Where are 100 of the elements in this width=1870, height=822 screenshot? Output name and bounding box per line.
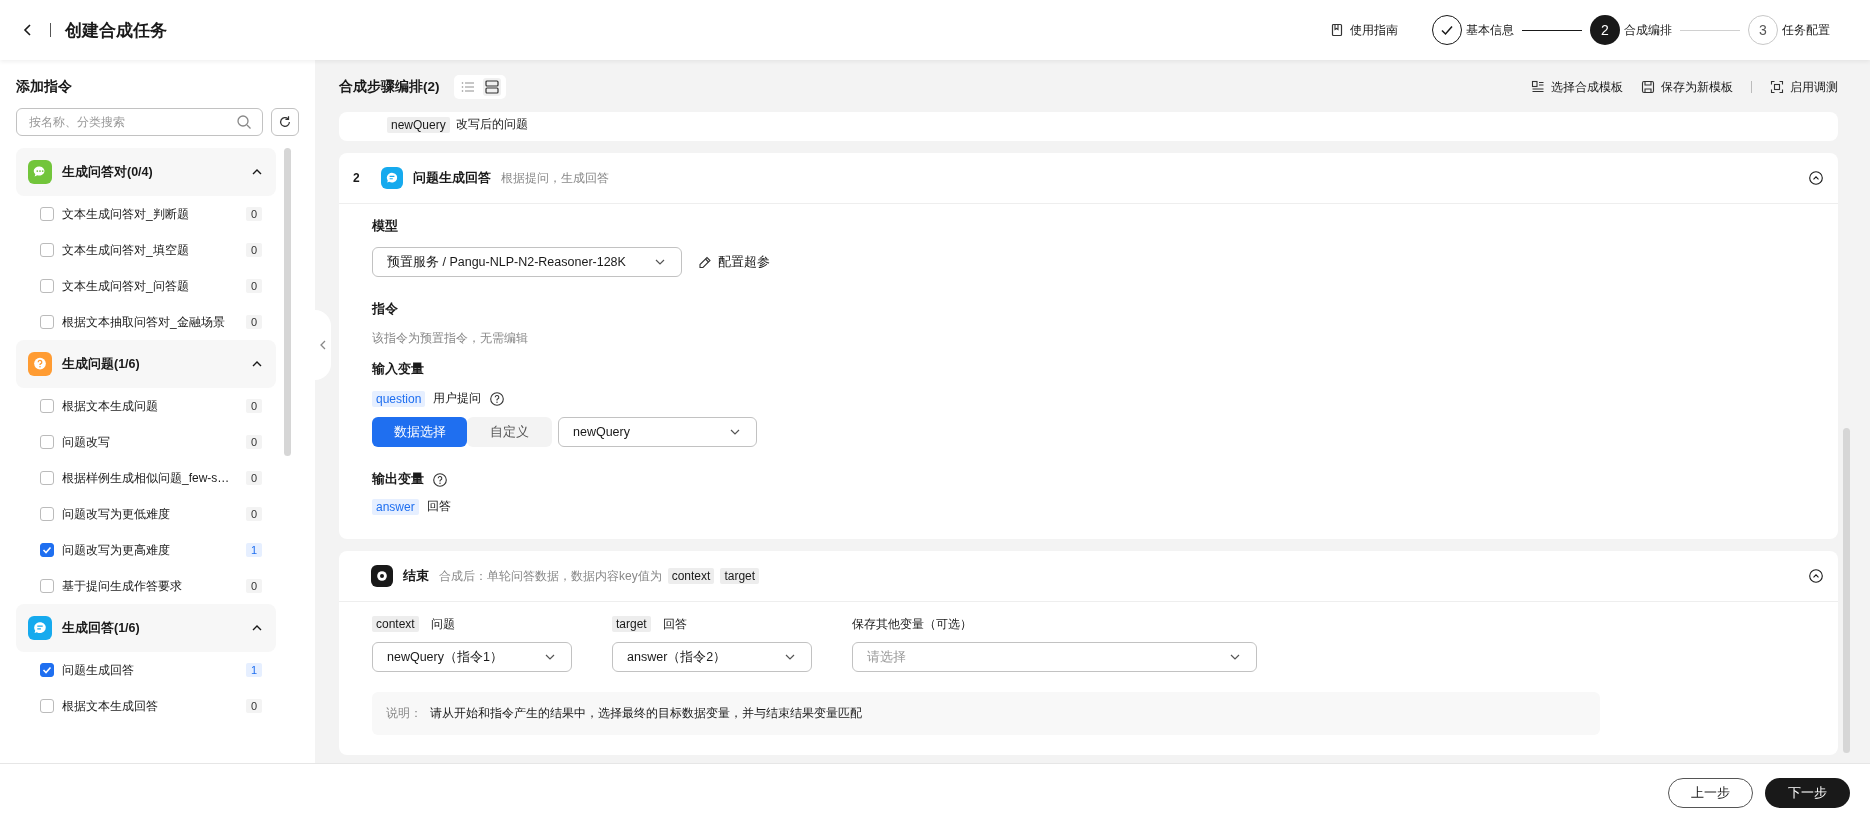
group-header[interactable]: 生成问题(1/6)	[16, 340, 276, 388]
help-icon[interactable]	[489, 390, 506, 407]
variable-tag: answer	[372, 498, 419, 515]
field-label: 输出变量	[372, 471, 424, 488]
toolbar-action[interactable]: 选择合成模板	[1531, 78, 1623, 96]
count-badge: 1	[245, 543, 262, 557]
step-description: 合成后：单轮问答数据，数据内容key值为	[439, 567, 662, 585]
variable-select[interactable]: newQuery	[558, 417, 757, 447]
instruction-label[interactable]: 根据文本生成问题	[62, 397, 238, 415]
collapse-icon[interactable]	[1808, 568, 1824, 584]
instruction-label[interactable]: 基于提问生成作答要求	[62, 577, 238, 595]
end-icon	[371, 565, 393, 587]
step-label: 任务配置	[1782, 21, 1830, 39]
checkbox[interactable]	[40, 279, 54, 293]
variable-tag: context	[372, 616, 419, 632]
variable-tag: target	[612, 616, 651, 632]
book-icon	[1330, 23, 1344, 37]
check-icon	[41, 664, 53, 676]
checkbox[interactable]	[40, 543, 54, 557]
template-icon	[1531, 80, 1545, 94]
model-select[interactable]: 预置服务 / Pangu-NLP-N2-Reasoner-128K	[372, 247, 682, 277]
field-label: 指令	[372, 301, 398, 318]
mode-tab[interactable]: 自定义	[467, 417, 552, 447]
instruction-label[interactable]: 问题改写为更低难度	[62, 505, 238, 523]
section-title: 合成步骤编排(2)	[339, 78, 440, 96]
group-header[interactable]: 生成回答(1/6)	[16, 604, 276, 652]
count-badge: 1	[245, 663, 262, 677]
chat-bubble-icon	[381, 167, 403, 189]
variable-select[interactable]: answer（指令2）	[612, 642, 812, 672]
mode-tab[interactable]: 数据选择	[372, 417, 467, 447]
variable-description: 用户提问	[433, 390, 482, 407]
instruction-label[interactable]: 文本生成问答对_填空题	[62, 241, 238, 259]
note-text: 请从开始和指令产生的结果中，选择最终的目标数据变量，并与结束结果变量匹配	[430, 706, 862, 721]
instruction-label[interactable]: 根据样例生成相似问题_few-s…	[62, 469, 238, 487]
note-label: 说明：	[386, 706, 422, 721]
field-label: 问题	[430, 615, 455, 633]
footer-button[interactable]: 下一步	[1765, 778, 1850, 808]
toolbar-action[interactable]: 启用调测	[1770, 78, 1838, 96]
count-badge: 0	[245, 279, 262, 293]
instruction-label[interactable]: 根据文本生成回答	[62, 697, 238, 715]
step-circle: 2	[1590, 15, 1620, 45]
variable-tag: target	[720, 568, 760, 584]
check-icon	[41, 544, 53, 556]
save-icon	[1641, 80, 1655, 94]
checkbox[interactable]	[40, 207, 54, 221]
variable-tag: newQuery	[387, 116, 450, 133]
step-number: 2	[353, 171, 361, 185]
instruction-label[interactable]: 问题改写为更高难度	[62, 541, 238, 559]
footer-button[interactable]: 上一步	[1668, 778, 1753, 808]
refresh-icon	[278, 115, 292, 129]
variable-tag: context	[667, 568, 715, 584]
checkbox[interactable]	[40, 399, 54, 413]
page-title: 创建合成任务	[65, 19, 167, 42]
refresh-button[interactable]	[271, 108, 299, 136]
count-badge: 0	[245, 699, 262, 713]
checkbox[interactable]	[40, 435, 54, 449]
count-badge: 0	[245, 243, 262, 257]
checkbox[interactable]	[40, 315, 54, 329]
count-badge: 0	[245, 399, 262, 413]
collapse-handle[interactable]	[315, 310, 331, 380]
toolbar-action[interactable]: 保存为新模板	[1641, 78, 1733, 96]
pencil-icon	[698, 255, 712, 269]
count-badge: 0	[245, 471, 262, 485]
variable-select[interactable]: newQuery（指令1）	[372, 642, 572, 672]
guide-link[interactable]: 使用指南	[1330, 21, 1398, 39]
scrollbar[interactable]	[284, 148, 291, 456]
instruction-label[interactable]: 问题改写	[62, 433, 238, 451]
count-badge: 0	[245, 435, 262, 449]
checkbox[interactable]	[40, 471, 54, 485]
count-badge: 0	[245, 579, 262, 593]
instruction-label[interactable]: 问题生成回答	[62, 661, 238, 679]
instruction-label[interactable]: 文本生成问答对_问答题	[62, 277, 238, 295]
config-link[interactable]: 配置超参	[698, 253, 770, 271]
search-field[interactable]: 按名称、分类搜索	[16, 108, 263, 136]
instruction-label[interactable]: 文本生成问答对_判断题	[62, 205, 238, 223]
collapse-icon[interactable]	[1808, 170, 1824, 186]
checkbox[interactable]	[40, 243, 54, 257]
field-label: 模型	[372, 218, 398, 235]
step-description: 根据提问，生成回答	[501, 169, 609, 187]
checkbox[interactable]	[40, 579, 54, 593]
field-label: 保存其他变量（可选）	[852, 615, 972, 633]
checkbox[interactable]	[40, 507, 54, 521]
sidebar-title: 添加指令	[16, 78, 72, 96]
group-header[interactable]: 生成问答对(0/4)	[16, 148, 276, 196]
count-badge: 0	[245, 207, 262, 221]
field-label: 回答	[662, 615, 687, 633]
step-title: 问题生成回答	[413, 169, 491, 187]
card-view-icon[interactable]	[482, 78, 501, 96]
variable-tag: question	[372, 390, 426, 407]
help-icon[interactable]	[432, 471, 448, 488]
instruction-label[interactable]: 根据文本抽取问答对_金融场景	[62, 313, 238, 331]
count-badge: 0	[245, 507, 262, 521]
step-label: 基本信息	[1466, 21, 1514, 39]
checkbox[interactable]	[40, 699, 54, 713]
checkbox[interactable]	[40, 663, 54, 677]
field-label: 输入变量	[372, 361, 424, 378]
count-badge: 0	[245, 315, 262, 329]
search-icon	[236, 114, 252, 130]
variable-description: 改写后的问题	[455, 116, 528, 133]
scrollbar[interactable]	[1843, 428, 1850, 753]
